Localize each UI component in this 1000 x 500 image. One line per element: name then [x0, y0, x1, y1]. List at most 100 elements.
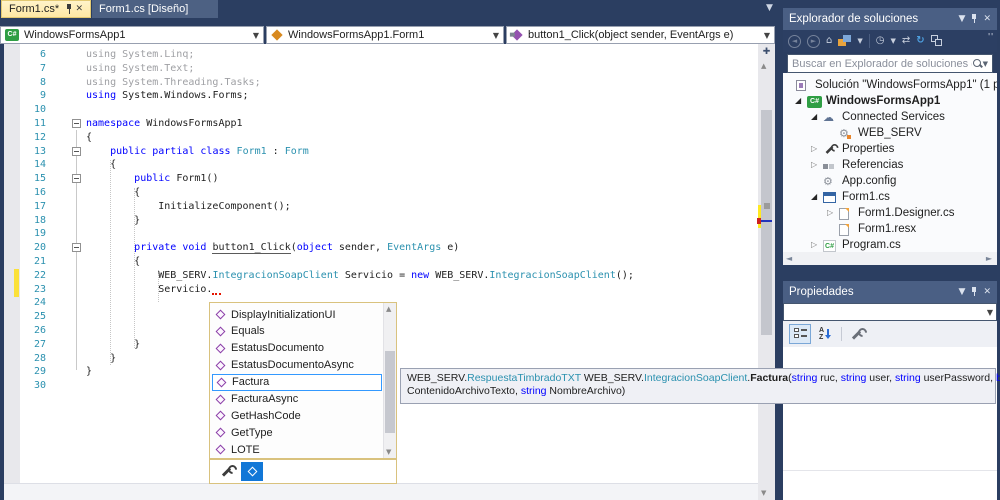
code-line[interactable]: using System.Windows.Forms;: [86, 89, 249, 103]
completion-item[interactable]: EstatusDocumento: [212, 340, 382, 357]
chevron-down-icon[interactable]: ▼: [959, 287, 966, 297]
pin-icon[interactable]: [970, 14, 978, 24]
tree-item[interactable]: ◢Form1.cs: [783, 189, 997, 205]
completion-item[interactable]: Equals: [212, 323, 382, 340]
properties-titlebar[interactable]: Propiedades ▼ ✕: [783, 281, 997, 303]
back-icon[interactable]: ◄: [788, 35, 801, 48]
completion-item[interactable]: GetHashCode: [212, 407, 382, 424]
tree-item[interactable]: ▷Properties: [783, 141, 997, 157]
completion-item[interactable]: LOTE: [212, 441, 382, 458]
code-line[interactable]: {: [86, 131, 92, 145]
fold-collapse-icon[interactable]: [72, 119, 81, 128]
code-line[interactable]: }: [86, 352, 116, 366]
code-line[interactable]: public partial class Form1 : Form: [86, 145, 309, 159]
expander-open-icon[interactable]: ◢: [811, 189, 817, 205]
tree-hscrollbar[interactable]: ◄ ►: [783, 252, 997, 265]
scroll-left-icon[interactable]: ◄: [786, 254, 792, 263]
expander-closed-icon[interactable]: ▷: [811, 157, 817, 173]
tree-item[interactable]: ◢☁Connected Services: [783, 109, 997, 125]
close-icon[interactable]: ✕: [75, 4, 83, 14]
project-dropdown[interactable]: C# WindowsFormsApp1 ▼: [0, 26, 264, 44]
solution-search-input[interactable]: Buscar en Explorador de soluciones (Ct ▼: [787, 54, 993, 73]
tab-form1-cs-diseno[interactable]: Form1.cs [Diseño]: [92, 0, 218, 18]
panel-splitter[interactable]: [775, 0, 783, 500]
tree-item[interactable]: ⚙App.config: [783, 173, 997, 189]
scroll-down-icon[interactable]: ▼: [761, 489, 766, 497]
tree-item[interactable]: ◢C#WindowsFormsApp1: [783, 93, 997, 109]
pin-icon[interactable]: [970, 287, 978, 297]
toolbar-overflow-icon[interactable]: '': [988, 32, 994, 43]
collapse-all-icon[interactable]: [931, 35, 943, 47]
scroll-up-icon[interactable]: ▲: [386, 305, 391, 313]
code-line[interactable]: InitializeComponent();: [86, 200, 291, 214]
expander-open-icon[interactable]: ◢: [811, 109, 817, 125]
home-icon[interactable]: ⌂: [826, 34, 832, 48]
code-line[interactable]: WEB_SERV.IntegracionSoapClient Servicio …: [86, 269, 634, 283]
close-icon[interactable]: ✕: [983, 287, 991, 297]
code-line[interactable]: }: [86, 365, 92, 379]
code-line[interactable]: {: [86, 186, 140, 200]
wrench-icon[interactable]: [220, 465, 233, 478]
tree-item[interactable]: ▷Form1.Designer.cs: [783, 205, 997, 221]
completion-item[interactable]: FacturaAsync: [212, 391, 382, 408]
editor-hscrollbar[interactable]: [4, 483, 758, 500]
tree-item[interactable]: Form1.resx: [783, 221, 997, 237]
scrollbar-thumb[interactable]: [385, 351, 395, 433]
scroll-up-icon[interactable]: ▲: [761, 62, 766, 70]
fold-collapse-icon[interactable]: [72, 243, 81, 252]
tab-list-chevron-icon[interactable]: ▼: [766, 3, 773, 13]
tree-item[interactable]: ▷Referencias: [783, 157, 997, 173]
tree-item[interactable]: Solución "WindowsFormsApp1" (1 proy: [783, 77, 997, 93]
code-line[interactable]: using System.Text;: [86, 62, 194, 76]
code-line[interactable]: {: [86, 158, 116, 172]
expander-closed-icon[interactable]: ▷: [811, 237, 817, 253]
tab-form1-cs[interactable]: Form1.cs* ✕: [1, 0, 91, 18]
code-line[interactable]: }: [86, 338, 140, 352]
code-line[interactable]: namespace WindowsFormsApp1: [86, 117, 243, 131]
expander-closed-icon[interactable]: ▷: [811, 141, 817, 157]
completion-item[interactable]: EstatusDocumentoAsync: [212, 357, 382, 374]
code-line[interactable]: using System.Threading.Tasks;: [86, 76, 261, 90]
methods-filter-icon[interactable]: [241, 462, 263, 481]
completion-item[interactable]: Factura: [212, 374, 382, 391]
split-window-handle[interactable]: ✚: [760, 46, 773, 58]
fold-collapse-icon[interactable]: [72, 174, 81, 183]
completion-item[interactable]: GetType: [212, 424, 382, 441]
wrench-icon[interactable]: [850, 328, 863, 341]
completion-scrollbar[interactable]: ▲ ▼: [383, 303, 396, 458]
close-icon[interactable]: ✕: [983, 14, 991, 24]
code-line[interactable]: using System.Linq;: [86, 48, 194, 62]
pending-changes-icon[interactable]: ◷: [876, 34, 885, 48]
code-line[interactable]: Servicio.: [86, 283, 221, 297]
tree-item[interactable]: ⚙WEB_SERV: [783, 125, 997, 141]
scrollbar-thumb[interactable]: [761, 110, 772, 335]
code-line[interactable]: {: [86, 255, 140, 269]
forward-icon[interactable]: ►: [807, 35, 820, 48]
categorized-icon[interactable]: [789, 324, 811, 344]
scroll-down-icon[interactable]: ▼: [386, 448, 391, 456]
chevron-down-icon[interactable]: ▼: [983, 60, 988, 68]
type-dropdown[interactable]: WindowsFormsApp1.Form1 ▼: [266, 26, 504, 44]
solution-explorer-titlebar[interactable]: Explorador de soluciones ▼ ✕: [783, 8, 997, 30]
properties-object-dropdown[interactable]: ▼: [783, 303, 997, 321]
expander-closed-icon[interactable]: ▷: [827, 205, 833, 221]
expander-open-icon[interactable]: ◢: [795, 93, 801, 109]
fold-collapse-icon[interactable]: [72, 147, 81, 156]
member-dropdown[interactable]: button1_Click(object sender, EventArgs e…: [506, 26, 775, 44]
code-line[interactable]: private void button1_Click(object sender…: [86, 241, 459, 255]
chevron-down-icon[interactable]: ▼: [857, 34, 862, 48]
refresh-icon[interactable]: ↻: [916, 34, 924, 48]
chevron-down-icon[interactable]: ▼: [959, 14, 966, 24]
chevron-down-icon[interactable]: ▼: [890, 34, 895, 48]
token: namespace: [86, 118, 140, 129]
alphabetical-icon[interactable]: [819, 327, 833, 341]
code-line[interactable]: public Form1(): [86, 172, 218, 186]
completion-item[interactable]: DisplayInitializationUI: [212, 306, 382, 323]
scope-icon[interactable]: [838, 35, 851, 47]
pin-icon[interactable]: [65, 4, 69, 14]
scroll-right-icon[interactable]: ►: [986, 254, 992, 263]
scrollbar-change-marker: [758, 205, 761, 228]
code-line[interactable]: }: [86, 214, 140, 228]
sync-icon[interactable]: ⇄: [902, 34, 910, 48]
tree-item[interactable]: ▷C#Program.cs: [783, 237, 997, 253]
